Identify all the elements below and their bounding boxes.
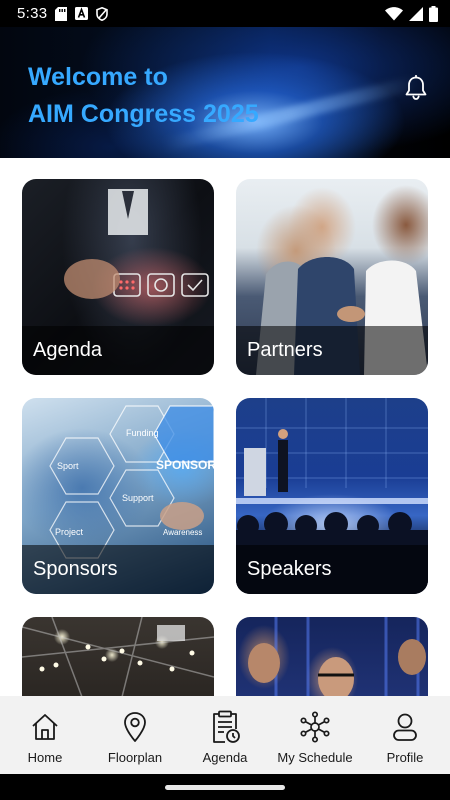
nav-my-schedule-label: My Schedule — [277, 750, 353, 765]
tile-speakers[interactable]: Speakers — [236, 398, 428, 594]
nav-home-label: Home — [27, 750, 63, 765]
home-gesture-handle[interactable] — [165, 785, 285, 790]
shield-icon — [96, 6, 109, 21]
nav-floorplan-label: Floorplan — [107, 750, 163, 765]
home-icon — [28, 710, 62, 744]
nav-profile[interactable]: Profile — [360, 696, 450, 774]
bell-icon[interactable] — [404, 74, 428, 101]
tile-label: Agenda — [33, 339, 102, 361]
sponsors-word-sponsor: SPONSOR — [156, 458, 214, 472]
nav-home[interactable]: Home — [0, 696, 90, 774]
welcome-title: Welcome to AIM Congress 2025 — [28, 59, 259, 133]
app-screen: 5:33 Welcome to AIM Congress 2025 Agenda… — [0, 0, 450, 800]
tile-label: Partners — [247, 339, 323, 361]
clipboard-clock-icon — [208, 710, 242, 744]
tile-label: Speakers — [247, 558, 332, 580]
network-icon — [298, 710, 332, 744]
status-bar: 5:33 — [0, 0, 450, 27]
map-pin-icon — [118, 710, 152, 744]
sponsors-word-support: Support — [122, 493, 154, 503]
nav-agenda-label: Agenda — [202, 750, 248, 765]
sponsors-word-sport: Sport — [57, 461, 79, 471]
feature-grid: Agenda Partners Funding Sport SPONSOR Su… — [0, 158, 450, 696]
exhibition-photo — [22, 617, 214, 696]
sd-card-icon — [55, 6, 68, 21]
tile-agenda[interactable]: Agenda — [22, 179, 214, 375]
tile-partners[interactable]: Partners — [236, 179, 428, 375]
status-time: 5:33 — [17, 5, 48, 22]
welcome-title-line2: AIM Congress 2025 — [28, 100, 259, 128]
hero-banner: Welcome to AIM Congress 2025 — [0, 27, 450, 158]
nav-floorplan[interactable]: Floorplan — [90, 696, 180, 774]
tile-label: Sponsors — [33, 558, 118, 580]
signal-icon — [409, 6, 423, 21]
battery-icon — [429, 5, 438, 22]
system-navigation-bar — [0, 774, 450, 800]
nav-agenda[interactable]: Agenda — [180, 696, 270, 774]
user-icon — [388, 710, 422, 744]
bottom-navigation: Home Floorplan Agenda My Schedule Profil… — [0, 696, 450, 774]
welcome-title-line1: Welcome to — [28, 63, 168, 91]
nav-my-schedule[interactable]: My Schedule — [270, 696, 360, 774]
audience-photo — [236, 617, 428, 696]
sponsors-word-project: Project — [55, 527, 84, 537]
sponsors-word-funding: Funding — [126, 428, 159, 438]
nav-profile-label: Profile — [386, 750, 424, 765]
a-badge-icon — [75, 7, 89, 20]
tile-sponsors[interactable]: Funding Sport SPONSOR Support Project Aw… — [22, 398, 214, 594]
wifi-icon — [385, 6, 403, 21]
tile-exhibition[interactable] — [22, 617, 214, 696]
tile-audience[interactable] — [236, 617, 428, 696]
